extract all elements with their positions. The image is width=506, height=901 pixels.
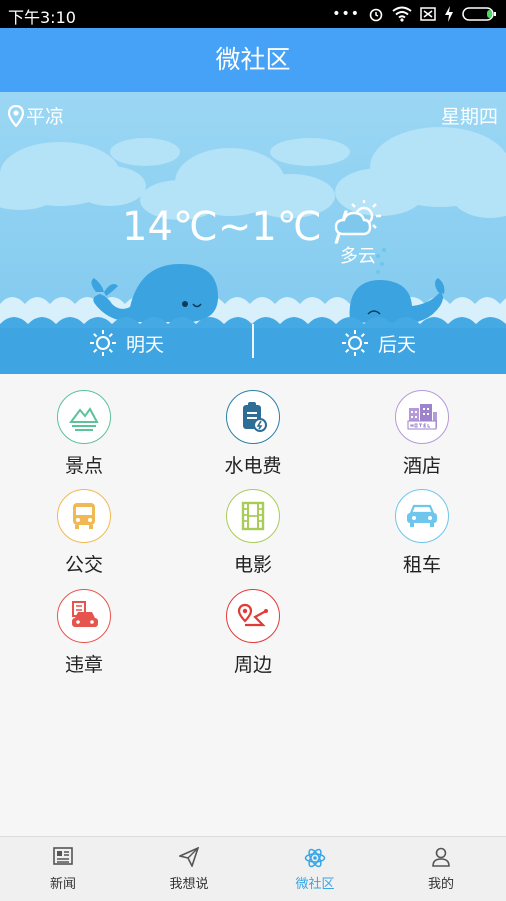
header: 微社区 — [0, 28, 506, 92]
location-selector[interactable]: 平凉 — [8, 102, 64, 129]
sim-off-icon — [420, 7, 436, 21]
status-icons: ••• — [332, 5, 498, 23]
location-pin-icon — [8, 104, 24, 127]
battery-icon — [462, 7, 496, 21]
service-bus[interactable]: 公交 — [24, 489, 144, 577]
forecast-label: 明天 — [126, 333, 165, 356]
temperature-range: 14℃~1℃ / — [122, 204, 348, 250]
alarm-icon — [369, 8, 383, 22]
forecast-divider — [252, 324, 254, 358]
charging-icon — [445, 6, 453, 22]
weather-banner[interactable]: 平凉 星期四 14℃~1℃ / 多云 明天 后天 — [0, 92, 506, 374]
bottom-nav: 新闻 我想说 微社区 我的 — [0, 836, 506, 901]
bus-icon — [57, 489, 111, 543]
status-bar: 下午3:10 ••• — [0, 0, 506, 28]
nav-item-news[interactable]: 新闻 — [0, 837, 126, 901]
more-icon: ••• — [332, 6, 360, 22]
service-traffic-violation[interactable]: 违章 — [24, 589, 144, 677]
weather-condition: 多云 — [340, 246, 376, 267]
service-movie[interactable]: 电影 — [193, 489, 313, 577]
service-label: 违章 — [64, 654, 103, 676]
wifi-icon — [392, 6, 412, 22]
sun-icon — [342, 330, 368, 356]
nav-item-me[interactable]: 我的 — [378, 837, 504, 901]
atom-icon — [304, 848, 326, 868]
sun-icon — [90, 330, 116, 356]
service-scenic-spots[interactable]: 景点 — [24, 390, 144, 478]
user-icon — [432, 847, 450, 867]
nav-label: 新闻 — [49, 877, 76, 892]
film-icon — [226, 489, 280, 543]
forecast-day-after[interactable]: 后天 — [340, 328, 416, 358]
service-label: 周边 — [233, 654, 272, 676]
mountain-icon — [57, 390, 111, 444]
weekday-label: 星期四 — [440, 106, 498, 128]
nav-label: 我的 — [427, 877, 454, 892]
nav-label: 我想说 — [169, 877, 209, 892]
service-nearby[interactable]: 周边 — [193, 589, 313, 677]
service-label: 租车 — [402, 554, 441, 576]
paper-plane-icon — [177, 846, 200, 869]
service-label: 公交 — [64, 554, 103, 576]
nav-label: 微社区 — [295, 877, 335, 892]
service-hotel[interactable]: 酒店 — [362, 390, 482, 478]
newspaper-icon — [53, 847, 73, 865]
hotel-icon — [395, 390, 449, 444]
nav-item-community[interactable]: 微社区 — [252, 837, 378, 901]
nav-item-post[interactable]: 我想说 — [126, 837, 252, 901]
location-name: 平凉 — [26, 106, 65, 128]
partly-cloudy-icon — [334, 200, 381, 236]
car-icon — [395, 489, 449, 543]
forecast-label: 后天 — [378, 333, 417, 356]
forecast-tomorrow[interactable]: 明天 — [88, 328, 164, 358]
service-label: 景点 — [64, 455, 103, 477]
service-utility-bills[interactable]: 水电费 — [193, 390, 313, 478]
service-label: 酒店 — [402, 455, 441, 477]
service-label: 电影 — [233, 554, 272, 576]
service-car-rental[interactable]: 租车 — [362, 489, 482, 577]
service-grid: 景点 水电费 酒店 公交 电影 租车 违章 周边 — [0, 374, 506, 836]
page-title: 微社区 — [215, 45, 291, 74]
violation-icon — [57, 589, 111, 643]
service-label: 水电费 — [224, 455, 282, 477]
status-time: 下午3:10 — [8, 8, 76, 27]
location-route-icon — [226, 589, 280, 643]
bill-icon — [226, 390, 280, 444]
